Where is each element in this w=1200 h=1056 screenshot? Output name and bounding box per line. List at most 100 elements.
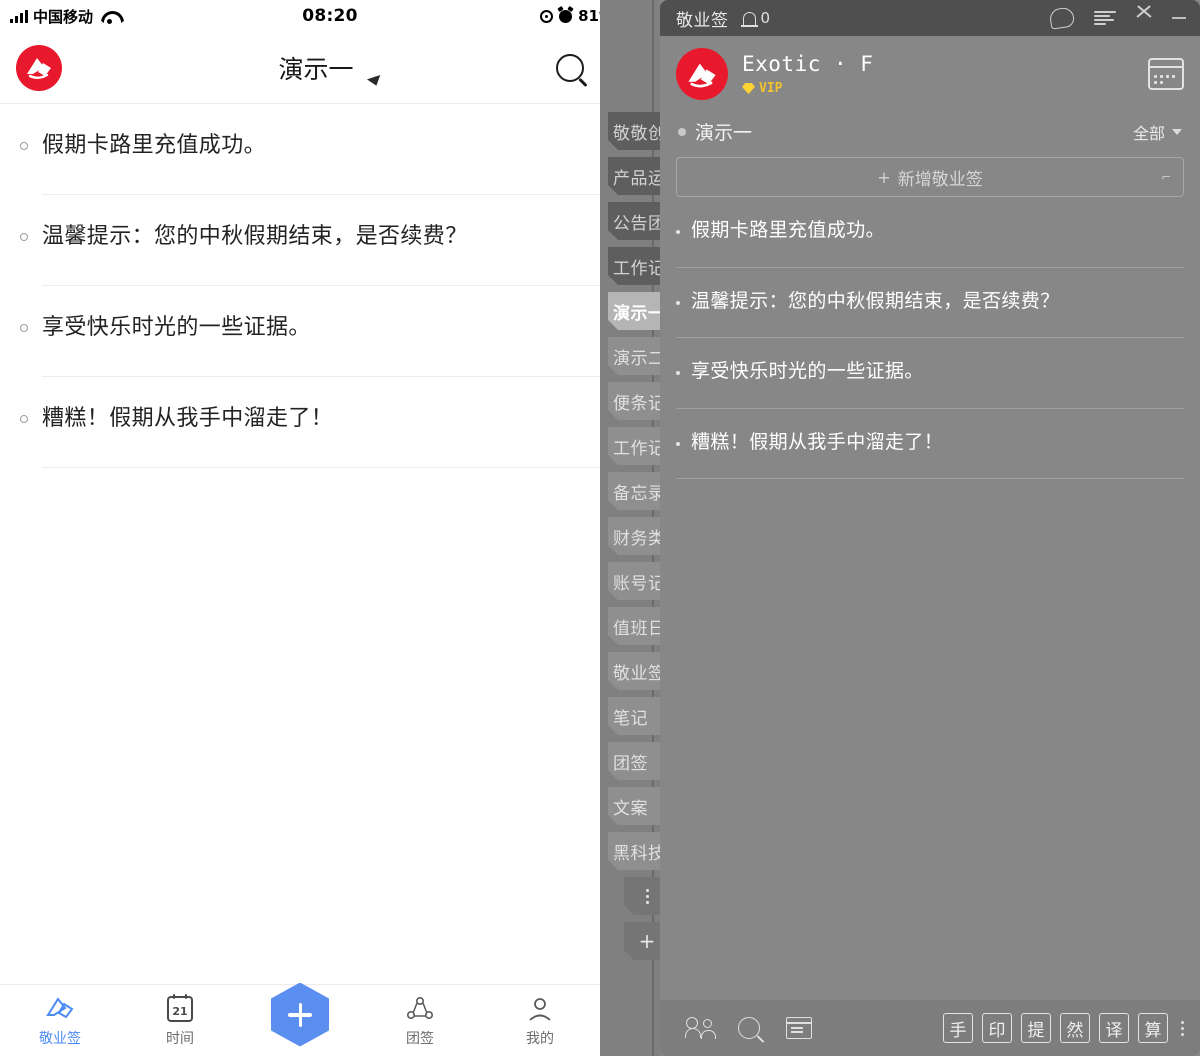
add-button-shape[interactable] (271, 982, 329, 1047)
minimize-icon[interactable] (1172, 17, 1186, 19)
list-item[interactable]: 假期卡路里充值成功。 (676, 197, 1184, 268)
tab-item[interactable]: 工作记 (608, 427, 660, 465)
bullet-icon (20, 323, 28, 332)
divider (676, 478, 1184, 480)
person-icon (525, 994, 555, 1024)
category-header: 演示一 全部 (660, 112, 1200, 145)
list-item[interactable]: 假期卡路里充值成功。 (0, 104, 660, 195)
mobile-status-bar: 中国移动 08:20 81% (0, 0, 660, 32)
bullet-icon (676, 371, 680, 376)
tool-button[interactable]: 印 (982, 1013, 1012, 1043)
tab-item[interactable]: 工作记 (608, 247, 660, 285)
tab-item[interactable]: 团签 (608, 742, 660, 780)
nav-label: 敬业签 (39, 1030, 81, 1047)
list-item[interactable]: 糟糕！假期从我手中溜走了！ (676, 409, 1184, 480)
notification-indicator[interactable]: 0 (740, 9, 771, 27)
cloud-sync-icon[interactable] (1048, 6, 1076, 30)
note-text: 享受快乐时光的一些证据。 (691, 360, 924, 383)
nav-item-time[interactable]: 21 时间 (120, 993, 240, 1048)
mobile-app-bar: 演示一 (0, 32, 660, 104)
jingyeqian-logo-icon (676, 48, 728, 100)
tab-item[interactable]: 敬业签 (608, 652, 660, 690)
note-text: 糟糕！假期从我手中溜走了！ (691, 430, 944, 453)
tab-item[interactable]: 财务类 (608, 517, 660, 555)
add-note-button[interactable]: + 新增敬业签 ⌐ (676, 157, 1184, 197)
tab-item[interactable]: 便条记 (608, 382, 660, 420)
bullet-icon (676, 300, 680, 305)
nav-item-team[interactable]: 团签 (360, 994, 480, 1048)
nav-item-jingyeqian[interactable]: 敬业签 (0, 994, 120, 1048)
list-item[interactable]: 温馨提示：您的中秋假期结束，是否续费？ (676, 268, 1184, 339)
desktop-note-list: 假期卡路里充值成功。 温馨提示：您的中秋假期结束，是否续费？ 享受快乐时光的一些… (660, 197, 1200, 480)
bullet-icon (676, 441, 680, 446)
more-vertical-icon[interactable] (1181, 1020, 1184, 1036)
user-info[interactable]: Exotic · F VIP (742, 52, 873, 96)
team-icon (405, 994, 435, 1024)
nav-label: 我的 (526, 1030, 554, 1047)
tab-item[interactable]: 文案 (608, 787, 660, 825)
tool-button[interactable]: 算 (1138, 1013, 1168, 1043)
location-icon (540, 9, 554, 23)
desktop-bottom-toolbar: 手 印 提 然 译 算 (660, 1000, 1200, 1056)
desktop-app-window: 敬业签 0 Exotic · F VIP 演示一 全部 + 新增敬业签 ⌐ 假期… (660, 0, 1200, 1056)
add-category-button[interactable]: + (624, 922, 660, 960)
more-vertical-icon[interactable] (624, 877, 660, 915)
note-text: 温馨提示：您的中秋假期结束，是否续费？ (42, 223, 468, 249)
bell-icon (740, 11, 758, 27)
tab-item[interactable]: 公告团 (608, 202, 660, 240)
tab-item[interactable]: 演示二 (608, 337, 660, 375)
note-text: 糟糕！假期从我手中溜走了！ (42, 405, 334, 431)
tool-button[interactable]: 手 (943, 1013, 973, 1043)
tab-strip-inner: 敬敬创 产品运 公告团 工作记 演示一 演示二 便条记 工作记 备忘录 财务类 … (608, 112, 660, 967)
filter-label: 全部 (1132, 123, 1165, 143)
jingyeqian-icon (45, 994, 75, 1024)
user-profile-bar: Exotic · F VIP (660, 36, 1200, 112)
gem-icon (742, 83, 755, 94)
calendar-icon[interactable] (1148, 58, 1184, 90)
mobile-note-list: 假期卡路里充值成功。 温馨提示：您的中秋假期结束，是否续费？ 享受快乐时光的一些… (0, 104, 660, 468)
window-controls (1048, 6, 1186, 30)
bullet-icon (20, 414, 28, 423)
category-name[interactable]: 演示一 (695, 118, 752, 145)
list-item[interactable]: 享受快乐时光的一些证据。 (676, 338, 1184, 409)
category-dot-icon (678, 127, 686, 136)
add-hexagon-button[interactable] (240, 982, 360, 1053)
search-icon[interactable] (556, 53, 584, 82)
nav-item-mine[interactable]: 我的 (480, 994, 600, 1048)
search-icon[interactable] (738, 1017, 760, 1039)
plus-icon: + (877, 167, 891, 187)
list-lines-icon[interactable] (1094, 11, 1116, 25)
list-item[interactable]: 温馨提示：您的中秋假期结束，是否续费？ (0, 195, 660, 286)
tab-item[interactable]: 敬敬创 (608, 112, 660, 150)
tool-button[interactable]: 然 (1060, 1013, 1090, 1043)
notification-count: 0 (760, 9, 771, 27)
tab-item[interactable]: 备忘录 (608, 472, 660, 510)
category-tab-strip: 敬敬创 产品运 公告团 工作记 演示一 演示二 便条记 工作记 备忘录 财务类 … (600, 0, 660, 1056)
tool-button[interactable]: 译 (1099, 1013, 1129, 1043)
note-text: 假期卡路里充值成功。 (42, 133, 267, 158)
expand-corner-icon[interactable]: ⌐ (1161, 170, 1171, 184)
chevron-up-icon[interactable] (1136, 10, 1152, 26)
nav-label: 时间 (166, 1030, 194, 1047)
note-text: 温馨提示：您的中秋假期结束，是否续费？ (691, 289, 1060, 312)
bullet-icon (20, 142, 28, 150)
friends-icon[interactable] (685, 1017, 716, 1039)
tab-item[interactable]: 账号记 (608, 562, 660, 600)
tab-item[interactable]: 笔记 (608, 697, 660, 735)
bullet-icon (676, 230, 680, 234)
filter-dropdown[interactable]: 全部 (1133, 120, 1182, 144)
tab-item-active[interactable]: 演示一 (608, 292, 660, 330)
mobile-app-screen: 中国移动 08:20 81% 演示一 假期卡路里充值成功。 温馨提示：您的中秋假… (0, 0, 660, 1056)
list-item[interactable]: 享受快乐时光的一些证据。 (0, 286, 660, 377)
tab-item[interactable]: 产品运 (608, 157, 660, 195)
add-note-label: 新增敬业签 (897, 169, 983, 190)
note-window-icon[interactable] (786, 1017, 812, 1039)
list-item[interactable]: 糟糕！假期从我手中溜走了！ (0, 377, 660, 468)
user-name: Exotic · F (742, 52, 874, 76)
bullet-icon (20, 232, 28, 241)
tab-item[interactable]: 黑科技 (608, 832, 660, 870)
toolbar-tools: 手 印 提 然 译 算 (943, 1013, 1184, 1043)
tool-button[interactable]: 提 (1021, 1013, 1051, 1043)
tab-item[interactable]: 值班日 (608, 607, 660, 645)
dropdown-caret-icon (366, 74, 383, 88)
